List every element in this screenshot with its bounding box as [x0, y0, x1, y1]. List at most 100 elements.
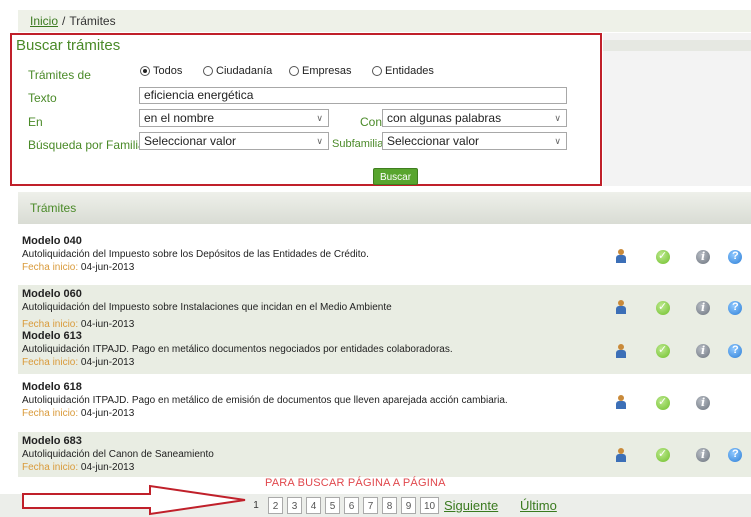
page-5[interactable]: 5 [325, 497, 340, 514]
list-item: Modelo 613 Autoliquidación ITPAJD. Pago … [18, 327, 751, 374]
radio-label: Entidades [385, 65, 434, 77]
radio-icon [289, 66, 299, 76]
right-panel-bar [603, 40, 751, 51]
subfamilia-label: Subfamilia [332, 138, 384, 150]
date-value: 04-jun-2013 [80, 462, 135, 473]
info-icon[interactable] [696, 301, 710, 315]
page-8[interactable]: 8 [382, 497, 397, 514]
help-icon[interactable] [728, 250, 742, 264]
search-panel: Buscar trámites Trámites de Todos Ciudad… [10, 33, 602, 186]
item-date: Fecha inicio: 04-jun-2013 [22, 357, 134, 368]
check-icon[interactable] [656, 300, 670, 315]
radio-icon [372, 66, 382, 76]
help-icon[interactable] [728, 301, 742, 315]
buscar-button[interactable]: Buscar [373, 168, 418, 185]
info-icon[interactable] [696, 344, 710, 358]
item-title: Modelo 683 [22, 435, 82, 447]
radio-entidades[interactable]: Entidades [372, 65, 434, 77]
check-icon[interactable] [656, 447, 670, 462]
radio-icon [203, 66, 213, 76]
radio-todos[interactable]: Todos [140, 65, 182, 77]
breadcrumb: Inicio / Trámites [18, 10, 751, 32]
subfamilia-select[interactable]: Seleccionar valor ∨ [382, 132, 567, 150]
date-key: Fecha inicio: [22, 408, 79, 419]
item-date: Fecha inicio: 04-jun-2013 [22, 462, 134, 473]
person-icon[interactable] [616, 395, 626, 410]
subfamilia-select-value: Seleccionar valor [387, 133, 480, 148]
date-key: Fecha inicio: [22, 262, 79, 273]
person-icon[interactable] [616, 344, 626, 359]
radio-selected-icon [140, 66, 150, 76]
list-item: Modelo 040 Autoliquidación del Impuesto … [18, 232, 751, 282]
tramites-de-label: Trámites de [28, 68, 91, 82]
page-4[interactable]: 4 [306, 497, 321, 514]
page-10[interactable]: 10 [420, 497, 439, 514]
radio-ciudadania[interactable]: Ciudadanía [203, 65, 272, 77]
list-item: Modelo 683 Autoliquidación del Canon de … [18, 432, 751, 477]
search-title: Buscar trámites [16, 37, 121, 54]
con-select-value: con algunas palabras [387, 110, 502, 125]
check-icon[interactable] [656, 249, 670, 264]
date-key: Fecha inicio: [22, 357, 79, 368]
con-select[interactable]: con algunas palabras ∨ [382, 109, 567, 127]
page-6[interactable]: 6 [344, 497, 359, 514]
item-title: Modelo 040 [22, 235, 82, 247]
info-icon[interactable] [696, 396, 710, 410]
breadcrumb-separator: / [62, 14, 66, 28]
person-icon[interactable] [616, 448, 626, 463]
radio-empresas[interactable]: Empresas [289, 65, 352, 77]
annotation-label: PARA BUSCAR PÁGINA A PÁGINA [265, 477, 446, 489]
date-value: 04-jun-2013 [80, 357, 135, 368]
results-header-title: Trámites [30, 201, 77, 215]
item-description[interactable]: Autoliquidación ITPAJD. Pago en metálico… [22, 344, 453, 355]
familia-select-value: Seleccionar valor [144, 133, 237, 148]
right-panel-background [603, 33, 751, 186]
item-description[interactable]: Autoliquidación del Impuesto sobre los D… [22, 249, 369, 260]
results-header: Trámites [18, 192, 751, 224]
last-page-link[interactable]: Último [520, 497, 557, 514]
radio-label: Todos [153, 65, 183, 77]
en-label: En [28, 115, 43, 129]
breadcrumb-home-link[interactable]: Inicio [30, 14, 58, 28]
item-title: Modelo 060 [22, 288, 82, 300]
en-select[interactable]: en el nombre ∨ [139, 109, 329, 127]
chevron-down-icon: ∨ [554, 112, 561, 123]
info-icon[interactable] [696, 448, 710, 462]
page-9[interactable]: 9 [401, 497, 416, 514]
item-date: Fecha inicio: 04-jun-2013 [22, 262, 134, 273]
item-description[interactable]: Autoliquidación del Impuesto sobre Insta… [22, 302, 392, 313]
chevron-down-icon: ∨ [316, 135, 323, 146]
en-select-value: en el nombre [144, 110, 215, 125]
page-3[interactable]: 3 [287, 497, 302, 514]
page-2[interactable]: 2 [268, 497, 283, 514]
annotation-arrow-icon [22, 484, 246, 516]
check-icon[interactable] [656, 343, 670, 358]
familia-label: Búsqueda por Familia [28, 138, 145, 152]
help-icon[interactable] [728, 448, 742, 462]
familia-select[interactable]: Seleccionar valor ∨ [139, 132, 329, 150]
item-date: Fecha inicio: 04-jun-2013 [22, 408, 134, 419]
help-icon[interactable] [728, 344, 742, 358]
texto-label: Texto [28, 91, 57, 105]
radio-label: Ciudadanía [216, 65, 273, 77]
person-icon[interactable] [616, 300, 626, 315]
check-icon[interactable] [656, 395, 670, 410]
page-7[interactable]: 7 [363, 497, 378, 514]
item-title: Modelo 618 [22, 381, 82, 393]
breadcrumb-current: Trámites [69, 14, 116, 28]
list-item: Modelo 060 Autoliquidación del Impuesto … [18, 285, 751, 330]
date-value: 04-jun-2013 [80, 262, 135, 273]
texto-input[interactable]: eficiencia energética [139, 87, 567, 104]
radio-label: Empresas [302, 65, 352, 77]
con-label: Con [360, 115, 383, 129]
next-page-link[interactable]: Siguiente [444, 497, 498, 514]
chevron-down-icon: ∨ [316, 112, 323, 123]
info-icon[interactable] [696, 250, 710, 264]
person-icon[interactable] [616, 249, 626, 264]
item-description[interactable]: Autoliquidación del Canon de Saneamiento [22, 449, 214, 460]
list-item: Modelo 618 Autoliquidación ITPAJD. Pago … [18, 378, 751, 428]
chevron-down-icon: ∨ [554, 135, 561, 146]
date-key: Fecha inicio: [22, 462, 79, 473]
item-description[interactable]: Autoliquidación ITPAJD. Pago en metálico… [22, 395, 508, 406]
item-title: Modelo 613 [22, 330, 82, 342]
